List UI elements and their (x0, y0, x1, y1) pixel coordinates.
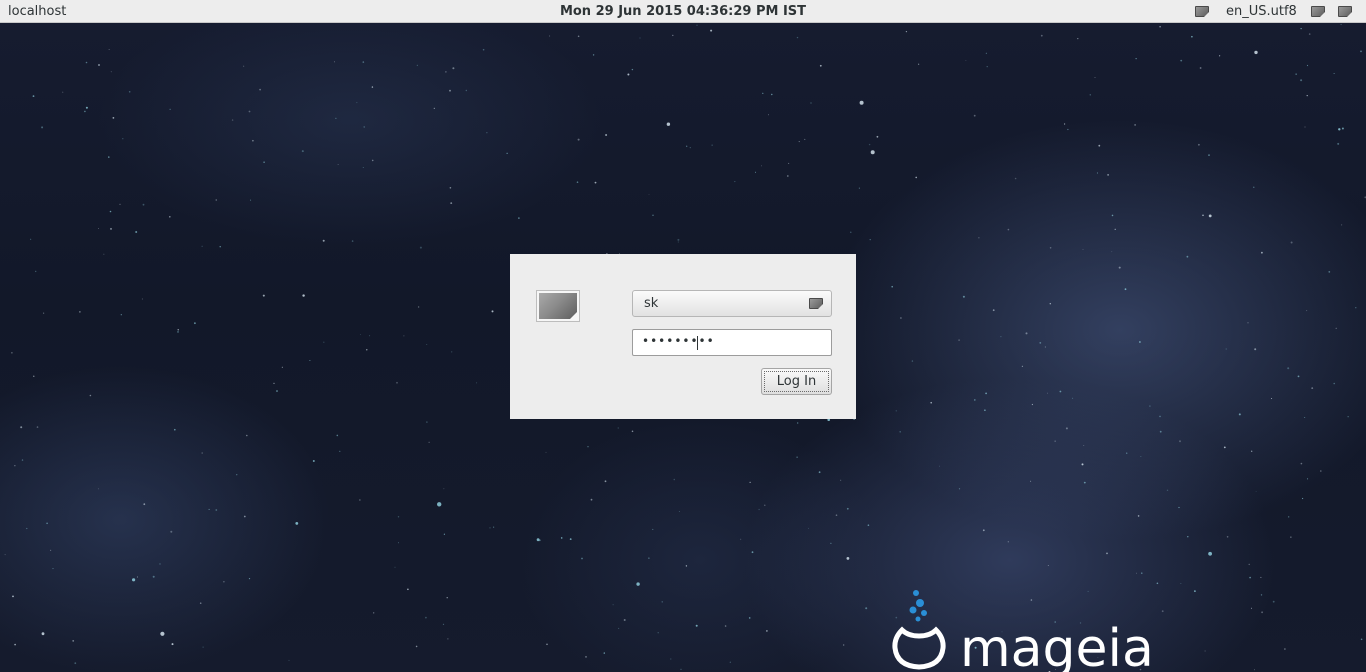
username-combobox[interactable]: sk (632, 290, 832, 317)
clock[interactable]: Mon 29 Jun 2015 04:36:29 PM IST (0, 4, 1366, 19)
logo-wordmark: mageia (960, 619, 1154, 672)
keyboard-icon[interactable] (1311, 6, 1325, 17)
top-panel: localhost Mon 29 Jun 2015 04:36:29 PM IS… (0, 0, 1366, 23)
mageia-logo: mageia (892, 590, 1154, 672)
username-value: sk (644, 296, 659, 311)
login-dialog: sk ••••••••• Log In (510, 254, 856, 419)
password-value: ••••••••• (642, 334, 715, 348)
locale-selector[interactable]: en_US.utf8 (1226, 4, 1297, 19)
login-button[interactable]: Log In (761, 368, 832, 395)
password-field[interactable]: ••••••••• (632, 329, 832, 356)
combo-dropdown-icon[interactable] (809, 298, 823, 309)
avatar-image (539, 293, 577, 319)
text-caret (697, 336, 698, 350)
power-icon[interactable] (1338, 6, 1352, 17)
display-icon[interactable] (1195, 6, 1209, 17)
user-avatar-icon (536, 290, 580, 322)
focus-ring (764, 371, 829, 392)
